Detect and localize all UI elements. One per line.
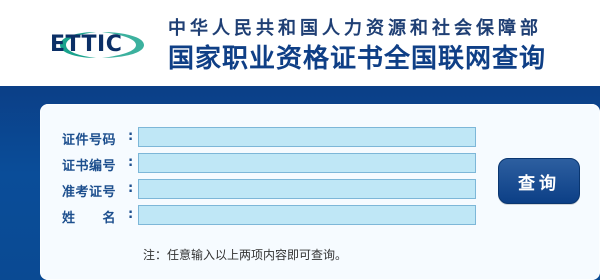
field-colon-id-number: : — [128, 129, 134, 144]
field-label-text-certificate-number: 证书编号 — [62, 159, 117, 174]
header-titles: 中华人民共和国人力资源和社会保障部 国家职业资格证书全国联网查询 — [168, 18, 588, 74]
query-note: 注：任意输入以上两项内容即可查询。 — [143, 248, 348, 262]
query-band: 证件号码 : 证书编号 : 准考证号 : 姓 名: 查询 注：任意输入以上两项… — [0, 86, 600, 280]
field-row-id-number: 证件号码 : — [58, 126, 478, 152]
field-label-certificate-number: 证书编号 : — [62, 155, 134, 174]
field-colon-name: : — [128, 207, 134, 222]
field-label-name: 姓 名 : — [62, 207, 134, 226]
logo-text: ETTIC — [50, 32, 123, 57]
field-colon-admission-ticket-number: : — [128, 181, 134, 196]
field-colon-certificate-number: : — [128, 155, 134, 170]
query-panel: 证件号码 : 证书编号 : 准考证号 : 姓 名: 查询 注：任意输入以上两项… — [40, 104, 600, 280]
query-form: 证件号码 : 证书编号 : 准考证号 : 姓 名: — [58, 126, 478, 230]
field-label-text-admission-ticket-number: 准考证号 — [62, 185, 117, 200]
field-row-certificate-number: 证书编号 : — [58, 152, 478, 178]
logo: ETTIC — [40, 28, 162, 62]
query-button[interactable]: 查询 — [498, 158, 580, 204]
field-row-name: 姓 名 : — [58, 204, 478, 230]
page: ETTIC 中华人民共和国人力资源和社会保障部 国家职业资格证书全国联网查询 证… — [0, 0, 600, 280]
name-input[interactable] — [138, 205, 476, 225]
field-label-text-name: 姓 名 — [62, 211, 117, 226]
field-label-text-id-number: 证件号码 — [62, 133, 117, 148]
id-number-input[interactable] — [138, 127, 476, 147]
field-row-admission-ticket-number: 准考证号 : — [58, 178, 478, 204]
admission-ticket-number-input[interactable] — [138, 179, 476, 199]
field-label-admission-ticket-number: 准考证号 : — [62, 181, 134, 200]
certificate-number-input[interactable] — [138, 153, 476, 173]
ministry-title: 中华人民共和国人力资源和社会保障部 — [168, 18, 542, 39]
page-title: 国家职业资格证书全国联网查询 — [168, 44, 547, 74]
field-label-id-number: 证件号码 : — [62, 129, 134, 148]
header: ETTIC 中华人民共和国人力资源和社会保障部 国家职业资格证书全国联网查询 — [0, 0, 600, 86]
